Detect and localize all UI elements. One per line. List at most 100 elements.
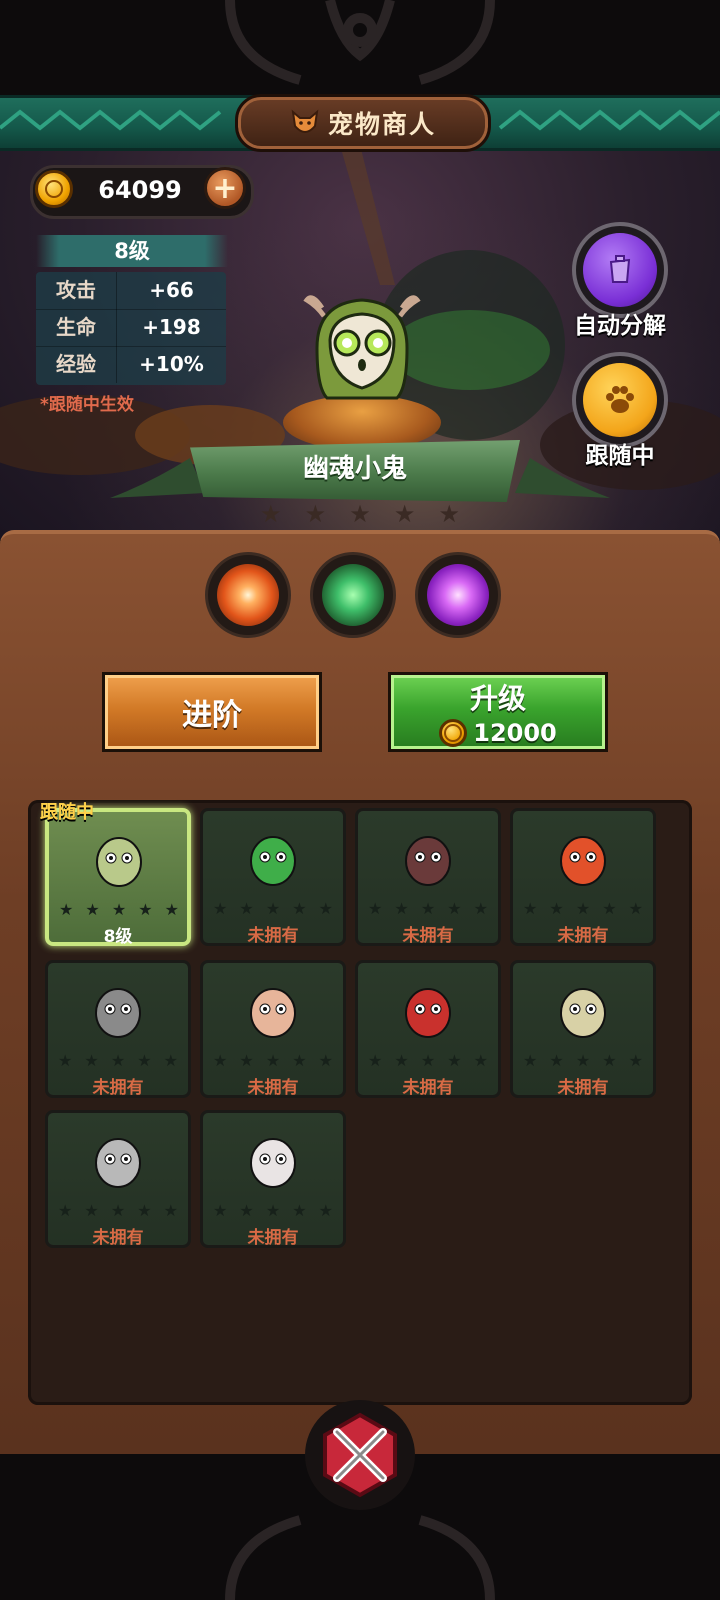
star-icon: ★ (575, 899, 591, 918)
stat-label: 经验 (36, 346, 117, 383)
plus-icon: + (212, 170, 238, 206)
star-icon: ★ (265, 899, 281, 918)
card-star-rating: ★ ★ ★ ★ ★ (368, 1051, 488, 1070)
card-star-rating: ★ ★ ★ ★ ★ (523, 899, 643, 918)
pet-card-fire-dragon[interactable]: ★ ★ ★ ★ ★ 未拥有 (510, 808, 656, 946)
star-icon: ★ (628, 899, 643, 918)
close-button[interactable] (305, 1400, 415, 1510)
star-icon: ★ (394, 1051, 409, 1070)
star-icon: ★ (420, 899, 436, 918)
star-icon: ★ (292, 1051, 307, 1070)
daruma-icon (405, 988, 451, 1038)
following-tag: 跟随中 (40, 802, 94, 823)
upgrade-button[interactable]: 升级 12000 (388, 672, 608, 752)
star-icon: ★ (58, 1201, 73, 1220)
top-decoration (225, 0, 495, 85)
ghost-imp-icon (96, 837, 142, 887)
star-icon: ★ (239, 1051, 254, 1070)
pet-card-label: 未拥有 (247, 1228, 299, 1248)
star-icon: ★ (265, 1051, 281, 1070)
gold-coin-icon (439, 719, 468, 747)
star-icon: ★ (84, 1201, 99, 1220)
gauntlet-icon (95, 1138, 141, 1188)
star-icon: ★ (473, 899, 488, 918)
sparkle-burst-icon (217, 564, 279, 626)
pet-card-green-duck[interactable]: ★ ★ ★ ★ ★ 未拥有 (200, 808, 346, 946)
pet-card-label: 未拥有 (557, 1078, 609, 1098)
pet-card-label: 未拥有 (402, 1078, 454, 1098)
star-icon: ★ (213, 1201, 228, 1220)
star-icon: ★ (239, 899, 254, 918)
star-icon: ★ (523, 899, 538, 918)
pet-card-chest-mimic[interactable]: ★ ★ ★ ★ ★ 未拥有 (355, 808, 501, 946)
pet-card-chick[interactable]: ★ ★ ★ ★ ★ 未拥有 (510, 960, 656, 1098)
knight-helmet-icon (95, 988, 141, 1038)
clown-bird-icon (250, 1138, 296, 1188)
add-coins-button[interactable]: + (204, 167, 246, 209)
skill-slot-3[interactable] (415, 552, 501, 638)
star-icon: ★ (318, 899, 333, 918)
card-star-rating: ★ ★ ★ ★ ★ (58, 1201, 178, 1220)
star-icon: ★ (292, 899, 307, 918)
pet-card-clown-bird[interactable]: ★ ★ ★ ★ ★ 未拥有 (200, 1110, 346, 1248)
star-icon: ★ (349, 500, 371, 528)
pet-card-knight-helmet[interactable]: ★ ★ ★ ★ ★ 未拥有 (45, 960, 191, 1098)
pet-card-ghost-imp[interactable]: ★ ★ ★ ★ ★ 8级 (45, 808, 191, 947)
purple-chat-icon (427, 564, 489, 626)
auto-decompose-button[interactable] (572, 222, 668, 318)
star-icon: ★ (447, 1051, 462, 1070)
pet-card-label: 未拥有 (402, 926, 454, 946)
star-icon: ★ (549, 899, 564, 918)
card-star-rating: ★ ★ ★ ★ ★ (368, 899, 488, 918)
star-icon: ★ (420, 1051, 436, 1070)
star-icon: ★ (265, 1201, 281, 1220)
paw-icon (606, 386, 634, 413)
pet-star-rating: ★ ★ ★ ★ ★ (260, 500, 460, 528)
card-star-rating: ★ ★ ★ ★ ★ (523, 1051, 643, 1070)
pet-card-daruma[interactable]: ★ ★ ★ ★ ★ 未拥有 (355, 960, 501, 1098)
stats-panel: 攻击 +66 生命 +198 经验 +10% (36, 272, 226, 385)
stat-label: 生命 (36, 309, 117, 346)
gold-coin-icon (35, 170, 73, 208)
star-icon: ★ (111, 900, 127, 919)
fox-icon (291, 109, 319, 133)
star-icon: ★ (213, 1051, 228, 1070)
advance-button[interactable]: 进阶 (102, 672, 322, 752)
auto-decompose-label: 自动分解 (574, 313, 666, 339)
coin-amount: 64099 (98, 176, 182, 204)
star-icon: ★ (393, 500, 416, 528)
star-icon: ★ (163, 1051, 178, 1070)
pet-card-gauntlet[interactable]: ★ ★ ★ ★ ★ 未拥有 (45, 1110, 191, 1248)
pet-card-label: 未拥有 (247, 1078, 299, 1098)
star-icon: ★ (368, 1051, 383, 1070)
star-icon: ★ (304, 500, 327, 528)
skill-slot-1[interactable] (205, 552, 291, 638)
star-icon: ★ (58, 1051, 73, 1070)
star-icon: ★ (447, 899, 462, 918)
pet-level: 8级 (36, 235, 228, 267)
pet-card-rooster[interactable]: ★ ★ ★ ★ ★ 未拥有 (200, 960, 346, 1098)
green-duck-icon (250, 836, 296, 886)
stat-row-hp: 生命 +198 (36, 309, 226, 347)
close-icon (323, 1412, 397, 1498)
star-icon: ★ (137, 1051, 152, 1070)
star-icon: ★ (602, 899, 617, 918)
star-icon: ★ (85, 900, 100, 919)
page-title-text: 宠物商人 (327, 110, 436, 139)
page-title: 宠物商人 (235, 94, 491, 152)
stat-value: +66 (149, 278, 194, 302)
star-icon: ★ (602, 1051, 617, 1070)
following-button[interactable] (572, 352, 668, 448)
stat-row-attack: 攻击 +66 (36, 272, 226, 310)
star-icon: ★ (318, 1201, 333, 1220)
star-icon: ★ (164, 900, 179, 919)
upgrade-cost: 12000 (473, 719, 557, 747)
skill-slot-2[interactable] (310, 552, 396, 638)
card-star-rating: ★ ★ ★ ★ ★ (213, 1201, 333, 1220)
star-icon: ★ (110, 1201, 126, 1220)
star-icon: ★ (138, 900, 153, 919)
star-icon: ★ (110, 1051, 126, 1070)
stat-value: +198 (142, 315, 201, 339)
star-icon: ★ (137, 1201, 152, 1220)
pet-card-label: 未拥有 (247, 926, 299, 946)
